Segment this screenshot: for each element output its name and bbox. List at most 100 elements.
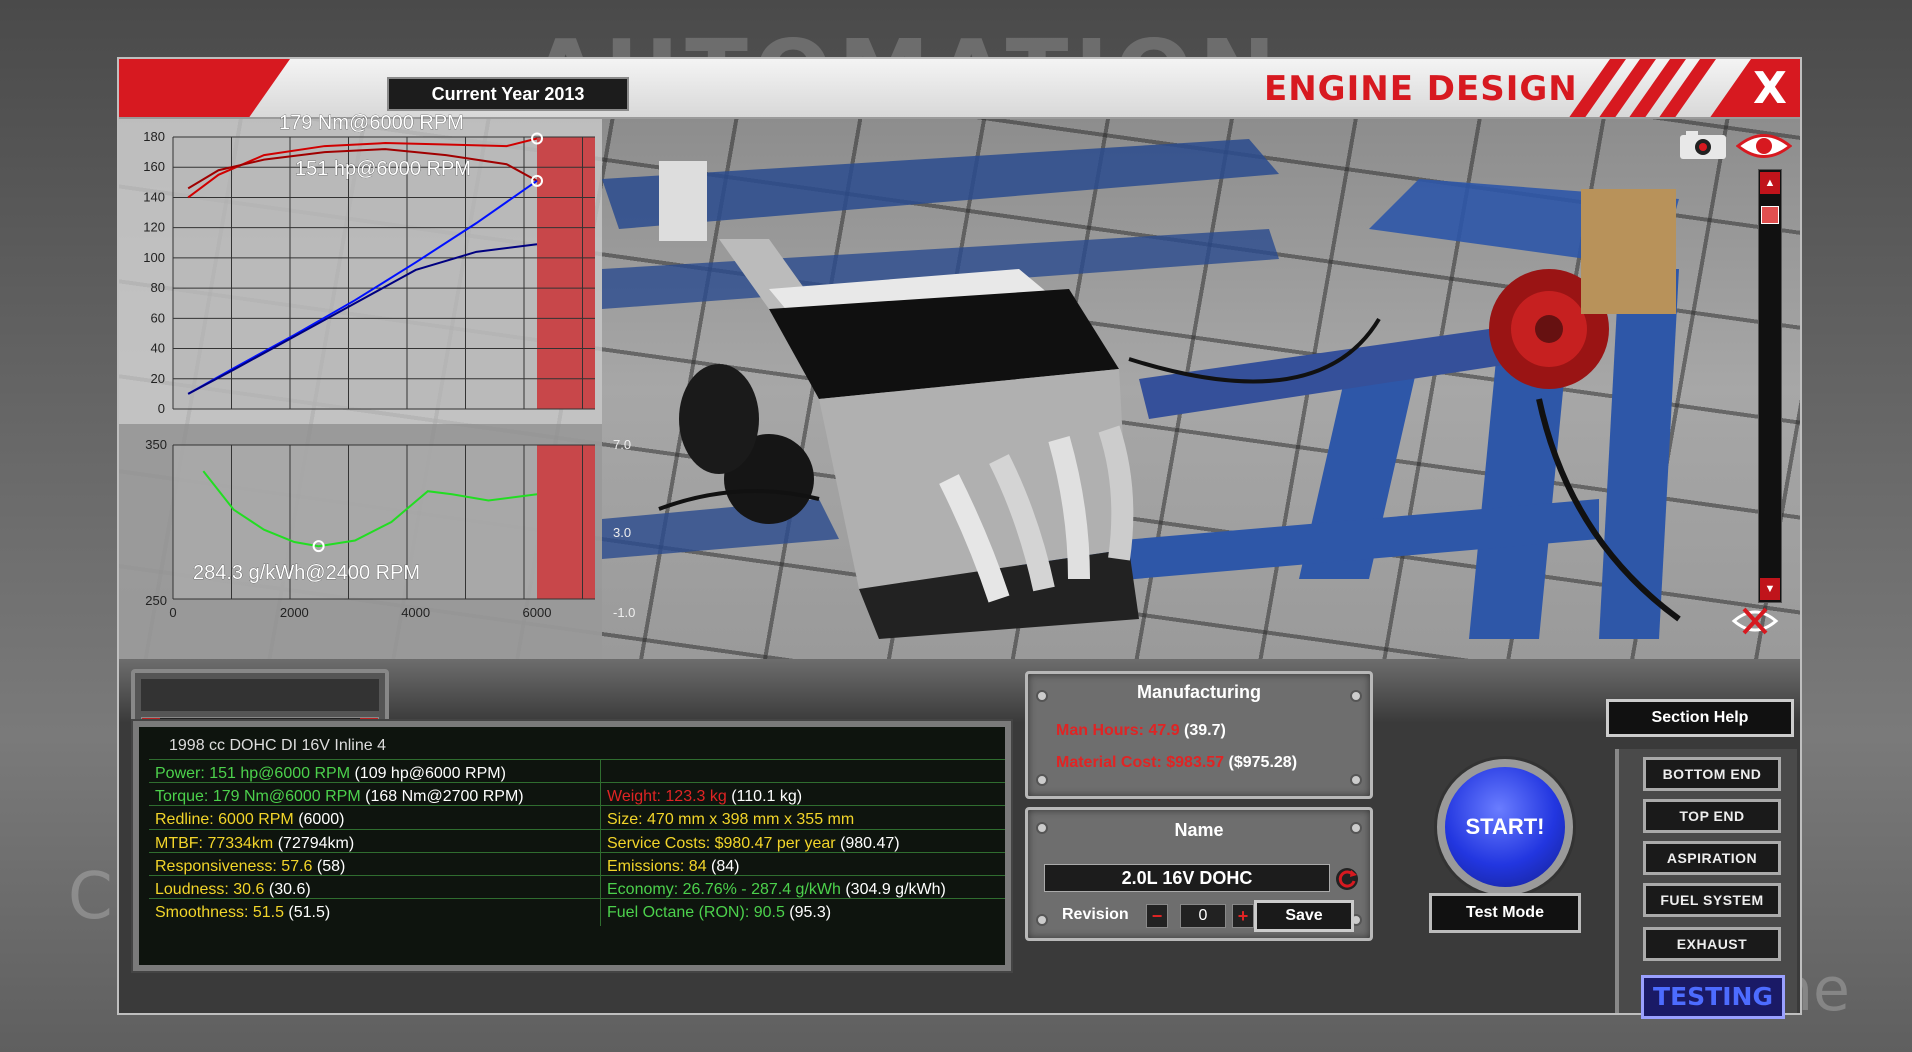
scale-tick-label: 7.0 bbox=[613, 437, 631, 452]
scale-tick-label: 3.0 bbox=[613, 525, 631, 540]
revision-plus-button[interactable]: + bbox=[1232, 904, 1254, 928]
engine-name-input[interactable]: 2.0L 16V DOHC bbox=[1044, 864, 1330, 892]
header-bar: Current Year 2013 ENGINE DESIGN X bbox=[119, 59, 1800, 119]
bsfc-redline-zone bbox=[537, 445, 595, 599]
bsfc-y-tick-label: 350 bbox=[145, 437, 167, 452]
y-tick-label: 60 bbox=[151, 310, 165, 325]
manufacturing-panel: Manufacturing Man Hours: 47.9 (39.7) Mat… bbox=[1025, 671, 1373, 799]
y-tick-label: 180 bbox=[143, 129, 165, 144]
manufacturing-title: Manufacturing bbox=[1137, 682, 1261, 702]
stat-label: Power: 151 hp@6000 RPM bbox=[155, 765, 351, 782]
scroll-up-button[interactable]: ▲ bbox=[1760, 172, 1780, 194]
stat-label: Redline: 6000 RPM bbox=[155, 811, 294, 829]
y-tick-label: 160 bbox=[143, 159, 165, 174]
stat-previous: (980.47) bbox=[835, 834, 900, 852]
stat-row-left: Smoothness: 51.5 (51.5) bbox=[149, 898, 601, 927]
panel-bolt bbox=[1350, 774, 1362, 786]
stat-label: Loudness: 30.6 bbox=[155, 881, 265, 898]
x-tick-label: 6000 bbox=[523, 605, 552, 620]
stat-previous: (72794km) bbox=[273, 834, 355, 852]
power-peak-annotation: 151 hp@6000 RPM bbox=[295, 158, 471, 180]
name-title: Name bbox=[1174, 820, 1224, 840]
current-year-label: Current Year 2013 bbox=[387, 77, 629, 111]
save-button[interactable]: Save bbox=[1254, 900, 1354, 932]
stat-label: Emissions: 84 bbox=[607, 857, 707, 875]
y-tick-label: 40 bbox=[151, 341, 165, 356]
section-help-button[interactable]: Section Help bbox=[1606, 699, 1794, 737]
stat-previous: (58) bbox=[312, 857, 346, 875]
material-cost: Material Cost: $983.57 ($975.28) bbox=[1056, 754, 1297, 772]
y-tick-label: 80 bbox=[151, 280, 165, 295]
x-tick-label: 2000 bbox=[280, 605, 309, 620]
stat-label: Weight: 123.3 kg bbox=[607, 788, 727, 806]
y-tick-label: 100 bbox=[143, 250, 165, 265]
reset-view-icon[interactable] bbox=[1730, 603, 1780, 639]
material-cost-value: Material Cost: $983.57 bbox=[1056, 754, 1225, 771]
stat-previous: (51.5) bbox=[283, 904, 331, 922]
stat-previous: (168 Nm@2700 RPM) bbox=[360, 788, 524, 806]
tab-aspiration[interactable]: ASPIRATION bbox=[1643, 841, 1781, 875]
scroll-thumb[interactable] bbox=[1761, 206, 1779, 224]
stat-label: Fuel Octane (RON): 90.5 bbox=[607, 904, 785, 922]
y-tick-label: 140 bbox=[143, 189, 165, 204]
scale-tick-label: -1.0 bbox=[613, 605, 635, 620]
y-tick-label: 0 bbox=[158, 401, 165, 416]
stat-previous: (109 hp@6000 RPM) bbox=[350, 765, 506, 782]
graph-canvas: 180 160 140 120 100 80 60 40 20 0 179 Nm@6000 RPM 1… bbox=[119, 112, 635, 659]
bsfc-annotation: 284.3 g/kWh@2400 RPM bbox=[193, 562, 420, 584]
stat-previous: (95.3) bbox=[784, 904, 832, 922]
performance-graphs: 180 160 140 120 100 80 60 40 20 0 179 Nm@6000 RPM 1… bbox=[119, 112, 635, 659]
y-tick-label: 20 bbox=[151, 371, 165, 386]
scroll-down-button[interactable]: ▼ bbox=[1760, 578, 1780, 600]
stat-label: Smoothness: 51.5 bbox=[155, 904, 284, 922]
revision-value: 0 bbox=[1180, 904, 1226, 928]
man-hours: Man Hours: 47.9 (39.7) bbox=[1056, 722, 1226, 740]
stat-label: Responsiveness: 57.6 bbox=[155, 857, 313, 875]
stat-previous: (304.9 g/kWh) bbox=[840, 881, 946, 898]
start-button[interactable]: START! bbox=[1437, 759, 1573, 895]
tab-testing[interactable]: TESTING bbox=[1641, 975, 1785, 1019]
y-tick-label: 120 bbox=[143, 220, 165, 235]
page-title: ENGINE DESIGN bbox=[1264, 69, 1578, 109]
refresh-name-icon[interactable] bbox=[1334, 866, 1360, 892]
engine-design-window: Current Year 2013 ENGINE DESIGN X 180 16… bbox=[117, 57, 1802, 1019]
engine-description: 1998 cc DOHC DI 16V Inline 4 bbox=[169, 737, 386, 754]
close-button[interactable]: X bbox=[1750, 65, 1790, 113]
man-hours-previous: (39.7) bbox=[1179, 722, 1226, 739]
material-cost-previous: ($975.28) bbox=[1224, 754, 1298, 771]
revision-minus-button[interactable]: − bbox=[1146, 904, 1168, 928]
stat-label: Torque: 179 Nm@6000 RPM bbox=[155, 788, 361, 806]
slider-screen bbox=[141, 679, 379, 711]
bottom-panel: ◀ ▶ Section Help 1998 cc DOHC DI 16V Inl… bbox=[119, 659, 1800, 1019]
name-panel: Name 2.0L 16V DOHC Revision − 0 + Save bbox=[1025, 807, 1373, 941]
stat-label: Size: 470 mm x 398 mm x 355 mm bbox=[607, 811, 855, 829]
panel-bolt bbox=[1036, 774, 1048, 786]
tab-fuel-system[interactable]: FUEL SYSTEM bbox=[1643, 883, 1781, 917]
redline-zone bbox=[537, 137, 595, 409]
revision-label: Revision bbox=[1062, 906, 1129, 923]
camera-icon[interactable] bbox=[1676, 129, 1730, 161]
header-red-accent-left bbox=[119, 59, 291, 117]
x-tick-label: 4000 bbox=[401, 605, 430, 620]
tab-bottom-end[interactable]: BOTTOM END bbox=[1643, 757, 1781, 791]
stat-label: Economy: 26.76% - 287.4 g/kWh bbox=[607, 881, 841, 898]
torque-peak-annotation: 179 Nm@6000 RPM bbox=[279, 112, 464, 134]
tab-exhaust[interactable]: EXHAUST bbox=[1643, 927, 1781, 961]
stat-previous: (84) bbox=[706, 857, 740, 875]
stat-label: Service Costs: $980.47 per year bbox=[607, 834, 836, 852]
stat-row-right: Fuel Octane (RON): 90.5 (95.3) bbox=[601, 898, 1005, 926]
x-tick-label: 0 bbox=[169, 605, 176, 620]
background-text-left: C bbox=[68, 860, 113, 934]
bsfc-y-tick-label: 250 bbox=[145, 593, 167, 608]
panel-bolt bbox=[1036, 914, 1048, 926]
test-mode-button[interactable]: Test Mode bbox=[1429, 893, 1581, 933]
section-nav: TESTING BOTTOM END TOP END ASPIRATION FUEL … bbox=[1615, 749, 1797, 1019]
view-scrollbar[interactable]: ▲ ▼ bbox=[1758, 169, 1782, 603]
engine-stats-table: 1998 cc DOHC DI 16V Inline 4 Power: 151 … bbox=[149, 731, 1005, 959]
engine-stats-panel: 1998 cc DOHC DI 16V Inline 4 Power: 151 … bbox=[131, 719, 1013, 973]
man-hours-value: Man Hours: 47.9 bbox=[1056, 722, 1180, 739]
stat-previous: (6000) bbox=[293, 811, 345, 829]
stat-previous: (30.6) bbox=[264, 881, 311, 898]
tab-top-end[interactable]: TOP END bbox=[1643, 799, 1781, 833]
eye-icon[interactable] bbox=[1736, 129, 1792, 163]
